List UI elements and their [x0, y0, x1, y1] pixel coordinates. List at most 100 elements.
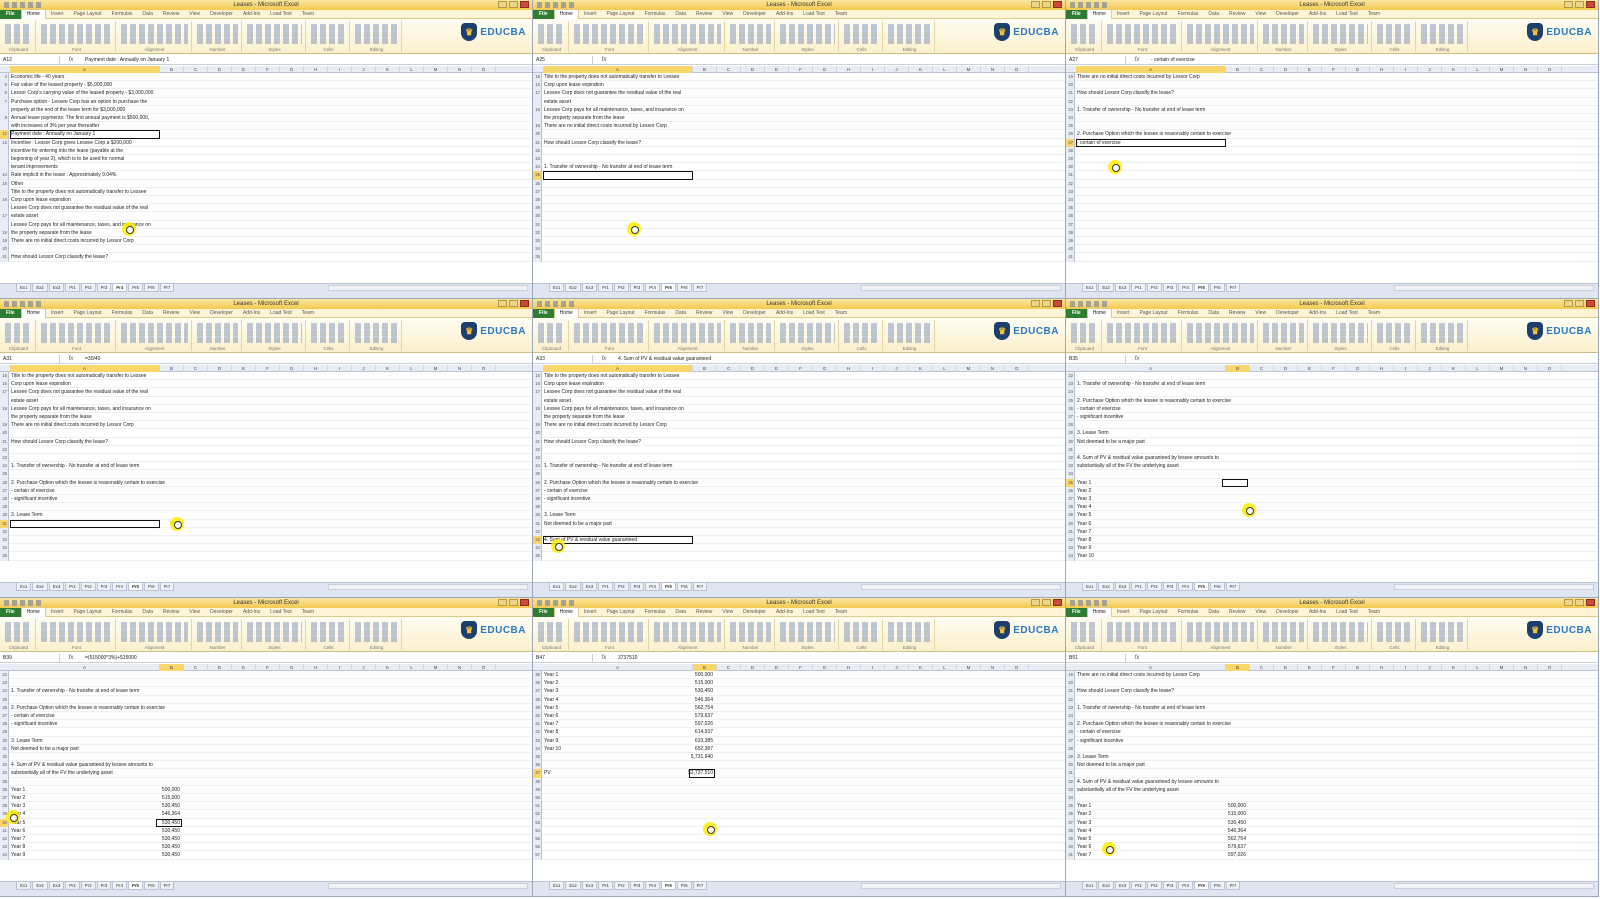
tab-insert[interactable]: Insert	[46, 309, 69, 318]
row-header[interactable]: 22	[0, 671, 9, 680]
cell-a[interactable]: Lessor Corp's carrying value of the leas…	[11, 89, 311, 97]
row-header[interactable]: 32	[0, 753, 9, 762]
cell-b[interactable]: 546,364	[1198, 827, 1246, 835]
tab-add-ins[interactable]: Add-Ins	[1304, 608, 1331, 617]
close-button[interactable]	[1053, 599, 1062, 606]
name-box[interactable]: B35	[1066, 354, 1126, 363]
minimize-button[interactable]	[498, 599, 507, 606]
row-header[interactable]: 14	[0, 171, 9, 180]
sheet-tab-pr2[interactable]: Pr2	[80, 583, 96, 591]
cell-a[interactable]: the property separate from the lease	[11, 413, 311, 421]
row-header[interactable]: 25	[533, 470, 542, 479]
tab-developer[interactable]: Developer	[205, 10, 238, 19]
ribbon-icons[interactable]	[247, 24, 302, 44]
function-icon[interactable]: fx	[593, 655, 615, 661]
tab-review[interactable]: Review	[691, 608, 717, 617]
tab-file[interactable]: File	[1066, 308, 1087, 318]
tab-home[interactable]: Home	[20, 308, 46, 318]
column-header-b[interactable]: B	[693, 664, 717, 671]
name-box[interactable]: A12	[0, 55, 60, 64]
row-header[interactable]	[0, 220, 9, 229]
sheet-tab-pr4[interactable]: Pr4	[1178, 583, 1193, 591]
ribbon-icons[interactable]	[888, 24, 931, 44]
cell-a[interactable]: Rate implicit in the lease : Approximate…	[11, 171, 311, 179]
column-header-j[interactable]: J	[352, 66, 376, 73]
row-header[interactable]: 19	[0, 421, 9, 430]
column-header-e[interactable]: E	[1298, 66, 1322, 73]
sheet-tab-pr5[interactable]: Pr5	[1193, 284, 1209, 292]
row-header[interactable]: 29	[1066, 155, 1075, 164]
cell-a[interactable]: - certain of exercise	[11, 712, 311, 720]
row-header[interactable]: 31	[0, 519, 9, 528]
row-header[interactable]: 21	[533, 437, 542, 446]
tab-team[interactable]: Team	[1363, 10, 1385, 19]
row-header[interactable]: 38	[533, 695, 542, 704]
sheet-tab-pr4[interactable]: Pr4	[112, 882, 127, 890]
tab-page-layout[interactable]: Page Layout	[68, 608, 106, 617]
sheet-tab-pr6[interactable]: Pr6	[676, 583, 692, 591]
sheet-tab-pr3[interactable]: Pr3	[1162, 284, 1178, 292]
sheet-tab-pr6[interactable]: Pr6	[143, 882, 159, 890]
ribbon-icons[interactable]	[41, 323, 112, 343]
row-header[interactable]: 57	[533, 851, 542, 860]
tab-developer[interactable]: Developer	[738, 608, 771, 617]
sheet-tab-ex2[interactable]: Ex2	[32, 882, 48, 890]
sheet-tab-ex3[interactable]: Ex3	[581, 882, 598, 890]
row-header[interactable]: 29	[0, 503, 9, 512]
tab-file[interactable]: File	[533, 9, 554, 19]
function-icon[interactable]: fx	[1126, 356, 1148, 362]
ribbon-icons[interactable]	[41, 622, 112, 642]
sheet-tab-ex3[interactable]: Ex3	[48, 284, 65, 292]
row-header[interactable]: 22	[1066, 695, 1075, 704]
row-header[interactable]: 50	[533, 794, 542, 803]
minimize-button[interactable]	[498, 300, 507, 307]
ribbon-icons[interactable]	[1421, 622, 1464, 642]
cell-a[interactable]: 2. Purchase Option which the lessee is r…	[11, 479, 311, 487]
cell-a[interactable]: 3. Lease Term	[11, 511, 311, 519]
column-header-m[interactable]: M	[1490, 664, 1514, 671]
cell-a[interactable]: 3. Lease Term	[544, 511, 844, 519]
ribbon-icons[interactable]	[574, 323, 645, 343]
column-header-i[interactable]: I	[861, 365, 885, 372]
cell-a[interactable]: 2. Purchase Option which the lessee is r…	[1077, 130, 1377, 138]
tab-page-layout[interactable]: Page Layout	[1134, 309, 1172, 318]
cell-a[interactable]: 2. Purchase Option which the lessee is r…	[11, 704, 311, 712]
row-header[interactable]: 27	[1066, 413, 1075, 422]
cell-a[interactable]: substantially all of the FV the underlyi…	[1077, 786, 1377, 794]
row-header[interactable]: 19	[0, 237, 9, 246]
row-header[interactable]: 17	[533, 89, 542, 98]
sheet-tab-pr6[interactable]: Pr6	[676, 284, 692, 292]
row-header[interactable]: 27	[533, 187, 542, 196]
cell-a[interactable]: Not deemed to be a major part	[11, 745, 311, 753]
row-header[interactable]: 26	[533, 478, 542, 487]
tab-view[interactable]: View	[1250, 608, 1271, 617]
row-header[interactable]: 26	[533, 179, 542, 188]
column-header-o[interactable]: O	[1005, 664, 1029, 671]
column-header-h[interactable]: H	[1370, 365, 1394, 372]
tab-home[interactable]: Home	[1086, 607, 1112, 617]
column-header-j[interactable]: J	[885, 365, 909, 372]
sheet-tab-pr5[interactable]: Pr5	[127, 583, 143, 591]
column-header-l[interactable]: L	[400, 66, 424, 73]
row-header[interactable]: 34	[533, 245, 542, 254]
tab-formulas[interactable]: Formulas	[1173, 608, 1204, 617]
row-header[interactable]: 43	[533, 736, 542, 745]
cell-a[interactable]: - significant incentive	[1077, 737, 1377, 745]
row-header[interactable]	[533, 396, 542, 405]
row-header[interactable]: 19	[533, 122, 542, 131]
cell-a[interactable]: Corp upon lease expiration	[544, 380, 844, 388]
row-header[interactable]: 25	[0, 695, 9, 704]
cell-a[interactable]: How should Lessor Corp classify the leas…	[1077, 89, 1377, 97]
close-button[interactable]	[1586, 599, 1595, 606]
sheet-tab-pr1[interactable]: Pr1	[65, 284, 80, 292]
column-header-h[interactable]: H	[1370, 664, 1394, 671]
cell-a[interactable]: Lessee Corp pays for all maintenance, ta…	[11, 405, 311, 413]
sheet-tab-pr2[interactable]: Pr2	[1146, 882, 1162, 890]
cell-b[interactable]: 597,026	[1198, 851, 1246, 859]
cell-a[interactable]: estate asset	[11, 212, 311, 220]
sheet-tab-pr3[interactable]: Pr3	[96, 882, 112, 890]
row-header[interactable]: 31	[1066, 445, 1075, 454]
ribbon-icons[interactable]	[197, 24, 238, 44]
sheet-tab-ex2[interactable]: Ex2	[32, 284, 48, 292]
column-header-f[interactable]: F	[256, 66, 280, 73]
